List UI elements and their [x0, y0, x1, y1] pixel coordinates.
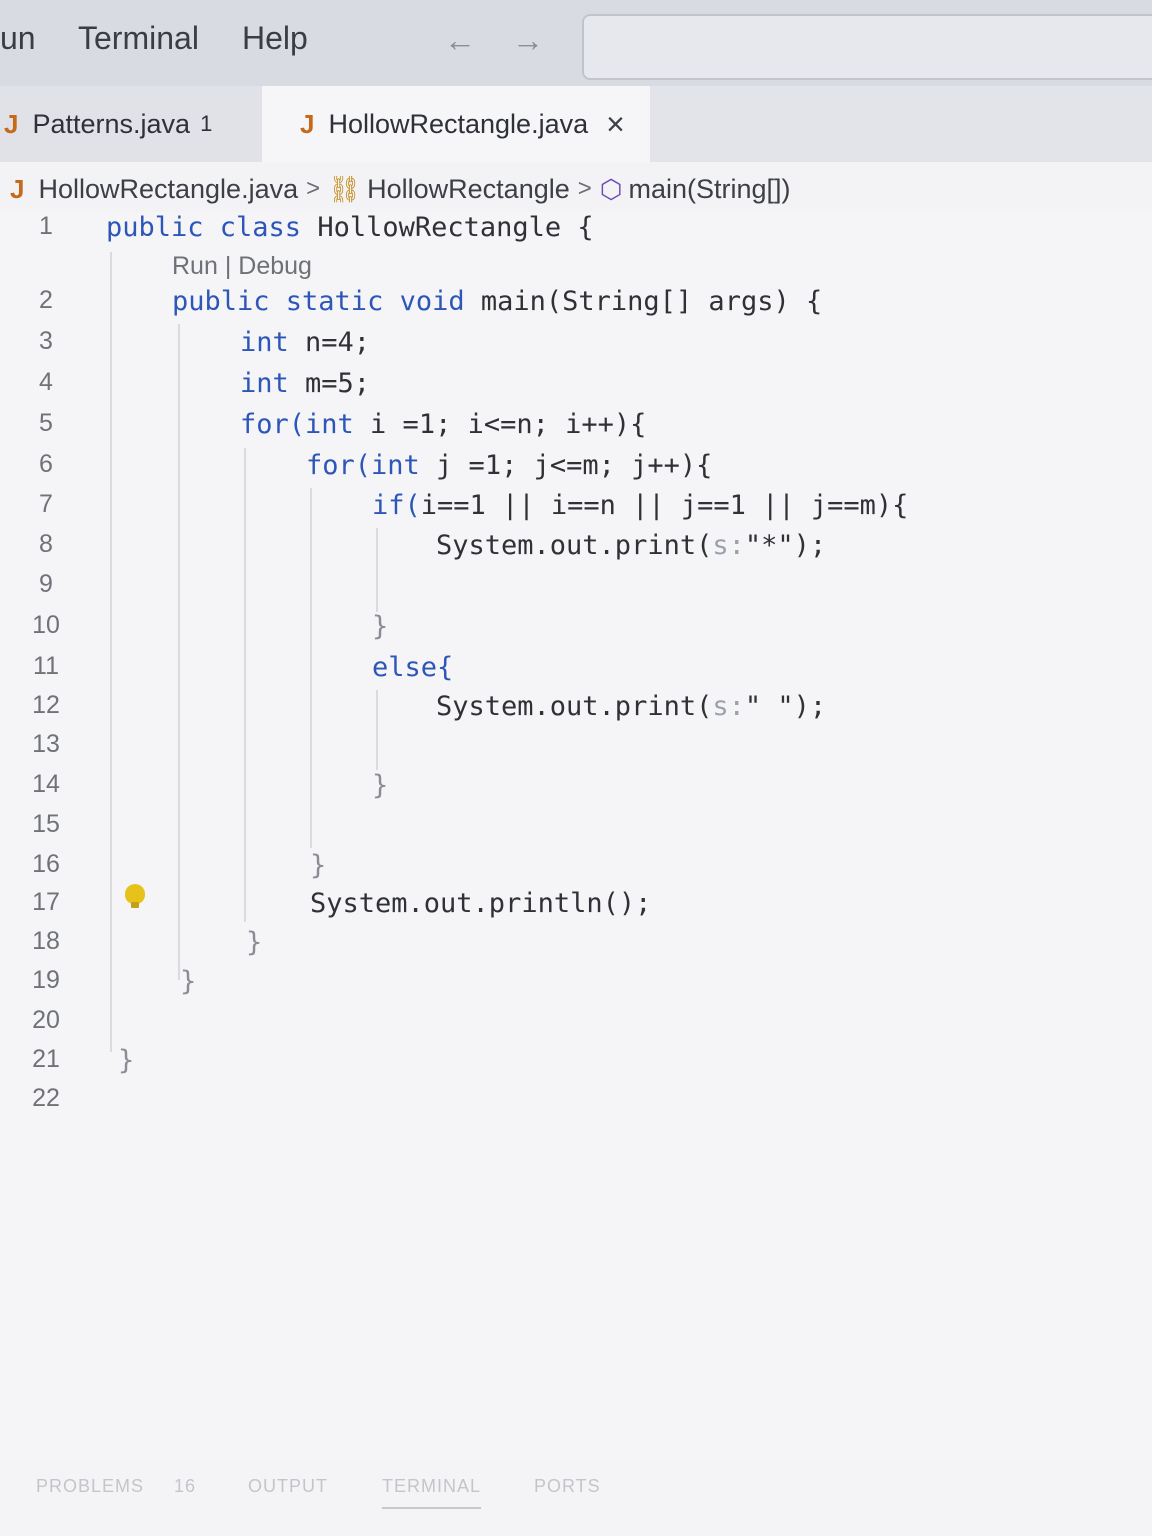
chevron-right-icon: > [577, 175, 592, 202]
codelens-debug[interactable]: Debug [238, 252, 312, 280]
close-icon[interactable]: × [606, 106, 625, 143]
panel-tab-bar: PROBLEMS 16 OUTPUT TERMINAL PORTS [0, 1462, 1152, 1536]
line-number: 15 [32, 810, 60, 838]
code-line-21: } [118, 1045, 135, 1076]
line-number: 3 [39, 327, 53, 355]
menu-help[interactable]: Help [242, 20, 308, 57]
code-line-19: } [180, 966, 197, 997]
code-line-18: } [246, 927, 263, 958]
tab-output[interactable]: OUTPUT [248, 1476, 328, 1497]
line-number: 8 [39, 530, 53, 558]
code-line-6: for(int j =1; j<=m; j++){ [306, 450, 713, 481]
method-cube-icon: ⬡ [599, 173, 623, 204]
breadcrumb-class[interactable]: HollowRectangle [367, 174, 570, 205]
line-number: 12 [32, 691, 60, 719]
parameter-hint: s: [712, 691, 745, 722]
breadcrumb-method[interactable]: main(String[]) [628, 174, 790, 205]
line-number: 16 [32, 850, 60, 878]
line-number: 17 [32, 888, 60, 916]
chevron-right-icon: > [306, 175, 321, 202]
line-number: 18 [32, 927, 60, 955]
indent-guide [178, 324, 180, 980]
forward-arrow-icon[interactable]: → [512, 22, 544, 59]
tab-label: HollowRectangle.java [328, 108, 589, 139]
line-number: 14 [32, 770, 60, 798]
code-line-7: if(i==1 || i==n || j==1 || j==m){ [372, 490, 909, 521]
code-line-17: System.out.println(); [310, 888, 652, 919]
indent-guide [376, 690, 378, 770]
code-line-1: public class HollowRectangle { [106, 212, 594, 243]
code-line-5: for(int i =1; i<=n; i++){ [240, 409, 647, 440]
line-number: 21 [32, 1045, 60, 1073]
tab-terminal[interactable]: TERMINAL [382, 1476, 482, 1509]
problem-count-badge: 1 [200, 111, 213, 136]
codelens-separator: | [217, 252, 239, 280]
line-number: 7 [39, 490, 53, 518]
menu-bar: un Terminal Help ← → [0, 0, 1152, 86]
code-line-16: } [310, 850, 327, 881]
code-line-11: else{ [372, 652, 454, 683]
code-line-8: System.out.print(s:"*"); [436, 530, 827, 561]
code-line-14: } [372, 770, 389, 801]
line-number: 6 [39, 450, 53, 478]
menu-terminal[interactable]: Terminal [78, 20, 199, 57]
line-number: 4 [39, 368, 53, 396]
tab-hollowrectangle-java[interactable]: J HollowRectangle.java × [262, 86, 650, 162]
menu-run[interactable]: un [0, 20, 36, 57]
line-number: 13 [32, 730, 60, 758]
back-arrow-icon[interactable]: ← [444, 22, 476, 59]
indent-guide [244, 448, 246, 922]
indent-guide [376, 528, 378, 612]
command-center-search[interactable] [582, 14, 1152, 80]
line-number: 5 [39, 409, 53, 437]
tab-problems[interactable]: PROBLEMS [36, 1476, 144, 1497]
code-line-10: } [372, 611, 389, 642]
code-line-3: int n=4; [240, 327, 371, 358]
breadcrumb-file[interactable]: HollowRectangle.java [38, 174, 298, 205]
line-number: 2 [39, 286, 53, 314]
problems-count-badge: 16 [174, 1476, 197, 1496]
code-line-4: int m=5; [240, 368, 371, 399]
indent-guide [310, 488, 312, 848]
code-editor[interactable]: 1 2 3 4 5 6 7 8 9 10 11 12 13 14 15 16 1… [0, 212, 1152, 1462]
code-line-12: System.out.print(s:" "); [436, 691, 827, 722]
editor-tab-bar: J Patterns.java 1 J HollowRectangle.java… [0, 86, 1152, 162]
java-file-icon: J [4, 108, 19, 139]
java-file-icon: J [300, 108, 315, 139]
line-number: 20 [32, 1006, 60, 1034]
codelens-run[interactable]: Run [172, 252, 218, 280]
java-file-icon: J [10, 173, 25, 204]
lightbulb-icon[interactable] [125, 884, 145, 908]
line-number: 1 [39, 212, 53, 240]
line-number: 19 [32, 966, 60, 994]
line-number: 9 [39, 570, 53, 598]
codelens: Run | Debug [172, 252, 312, 281]
tab-label: Patterns.java [32, 108, 191, 139]
class-icon: ⛓ [328, 173, 362, 204]
tab-patterns-java[interactable]: J Patterns.java 1 [0, 86, 262, 162]
line-number: 11 [33, 652, 59, 680]
line-number: 22 [32, 1084, 60, 1112]
tab-ports[interactable]: PORTS [534, 1476, 601, 1497]
parameter-hint: s: [712, 530, 745, 561]
indent-guide [110, 252, 112, 1052]
code-line-2: public static void main(String[] args) { [172, 286, 823, 317]
line-number: 10 [32, 611, 60, 639]
breadcrumb: J HollowRectangle.java > ⛓ HollowRectang… [10, 166, 1150, 212]
